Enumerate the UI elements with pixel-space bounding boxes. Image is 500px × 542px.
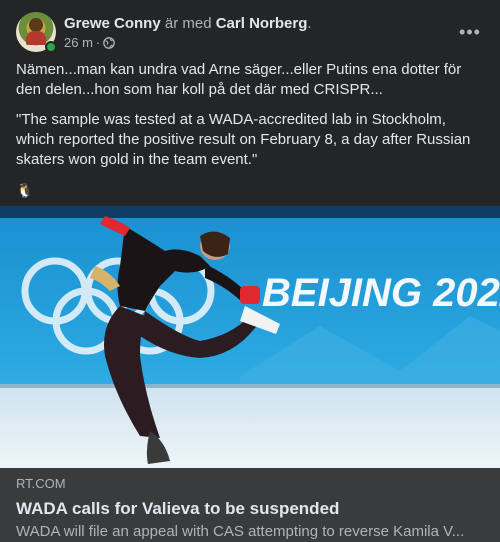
post-time[interactable]: 26 m [64,35,93,51]
author-avatar[interactable] [16,12,57,53]
avatar-body [26,31,46,45]
link-description: WADA will file an appeal with CAS attemp… [16,523,465,540]
link-domain: RT.COM [16,476,66,491]
link-preview-image[interactable]: BEIJING 2022 [0,206,500,468]
avatar-head [29,18,43,32]
post-paragraph-1: Nämen...man kan undra vad Arne säger...e… [16,61,462,98]
skater-photo: BEIJING 2022 [0,206,500,468]
facebook-post: Grewe Conny är med Carl Norberg. 26 m · … [0,0,500,542]
author-name[interactable]: Grewe Conny [64,15,161,32]
globe-icon [103,36,116,49]
banner-text: BEIJING 2022 [262,271,500,315]
tagged-name[interactable]: Carl Norberg [216,15,308,32]
post-subline: 26 m · [64,35,312,51]
with-text: är med [164,14,212,32]
post-text: Nämen...man kan undra vad Arne säger...e… [16,60,484,210]
author-line: Grewe Conny är med Carl Norberg. [64,14,312,34]
separator-dot: · [95,34,101,50]
post-header: Grewe Conny är med Carl Norberg. 26 m · [16,12,488,53]
link-card[interactable]: RT.COM WADA calls for Valieva to be susp… [0,468,500,542]
link-title[interactable]: WADA calls for Valieva to be suspended [16,498,484,520]
post-meta: Grewe Conny är med Carl Norberg. 26 m · [64,14,312,51]
period: . [307,14,312,32]
post-paragraph-2: "The sample was tested at a WADA-accredi… [16,111,471,168]
online-status-dot [45,41,57,53]
more-options-button[interactable]: ••• [452,14,488,50]
penguin-emoji: 🐧 [16,182,34,198]
